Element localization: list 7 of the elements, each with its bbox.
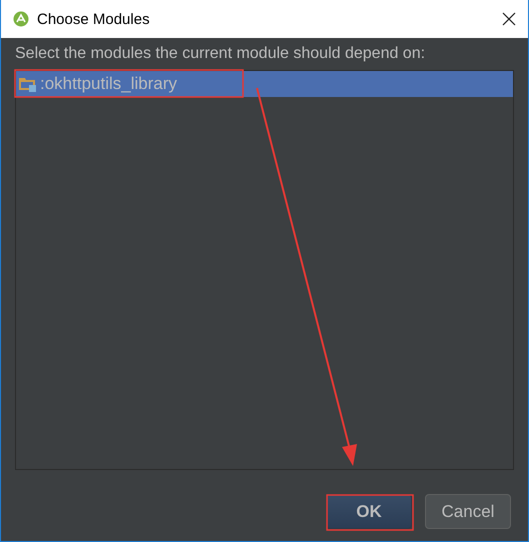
window-title: Choose Modules: [37, 10, 151, 28]
dialog-button[interactable]: Cancel: [425, 494, 511, 529]
close-icon[interactable]: [502, 12, 516, 26]
dialog-button[interactable]: OK: [326, 494, 412, 529]
prompt-text: Select the modules the current module should depend on:: [15, 45, 426, 64]
module-item[interactable]: :okhttputils_library: [16, 71, 513, 97]
module-folder-icon: [18, 76, 37, 92]
